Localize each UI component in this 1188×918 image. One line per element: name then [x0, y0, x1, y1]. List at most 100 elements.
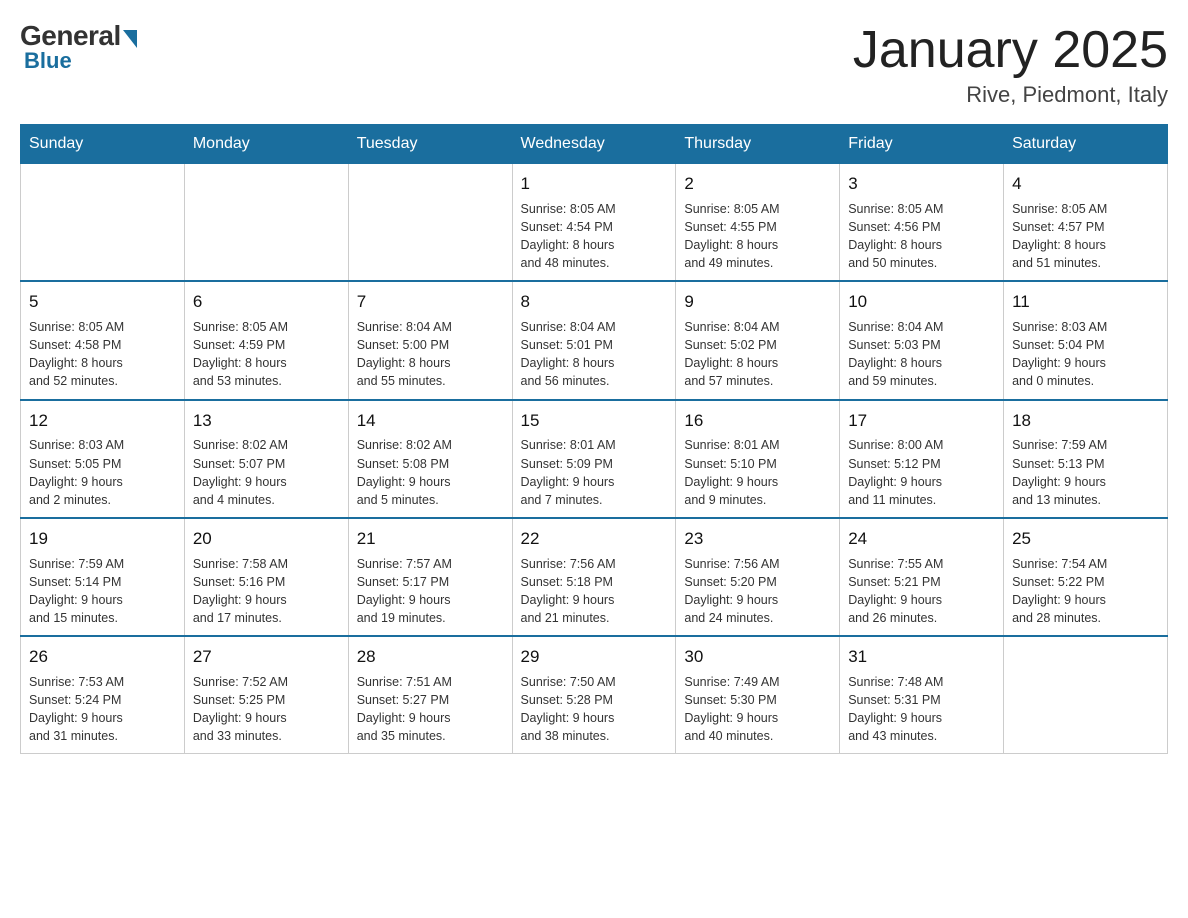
calendar-cell: 4 Sunrise: 8:05 AMSunset: 4:57 PMDaylight…	[1004, 164, 1168, 282]
calendar-table: SundayMondayTuesdayWednesdayThursdayFrid…	[20, 124, 1168, 754]
calendar-cell: 12 Sunrise: 8:03 AMSunset: 5:05 PMDayligh…	[21, 400, 185, 518]
col-header-monday: Monday	[184, 125, 348, 164]
calendar-cell: 13Sunrise: 8:02 AMSunset: 5:07 PMDayligh…	[184, 400, 348, 518]
day-info: Sunrise: 7:49 AMSunset: 5:30 PMDaylight:…	[684, 673, 831, 746]
page-header: General Blue January 2025 Rive, Piedmont…	[20, 20, 1168, 108]
day-number: 25	[1012, 527, 1159, 551]
calendar-cell: 17 Sunrise: 8:00 AMSunset: 5:12 PMDayligh…	[840, 400, 1004, 518]
calendar-week-row: 5 Sunrise: 8:05 AMSunset: 4:58 PMDaylight…	[21, 281, 1168, 399]
day-number: 28	[357, 645, 504, 669]
day-number: 8	[521, 290, 668, 314]
calendar-cell	[1004, 636, 1168, 754]
calendar-cell: 11 Sunrise: 8:03 AMSunset: 5:04 PMDayligh…	[1004, 281, 1168, 399]
calendar-cell: 29Sunrise: 7:50 AMSunset: 5:28 PMDayligh…	[512, 636, 676, 754]
day-number: 18	[1012, 409, 1159, 433]
day-number: 24	[848, 527, 995, 551]
day-number: 19	[29, 527, 176, 551]
day-info: Sunrise: 8:04 AMSunset: 5:02 PMDaylight:…	[684, 318, 831, 391]
calendar-cell	[21, 164, 185, 282]
day-number: 22	[521, 527, 668, 551]
day-number: 4	[1012, 172, 1159, 196]
day-number: 12	[29, 409, 176, 433]
calendar-cell: 24 Sunrise: 7:55 AMSunset: 5:21 PMDayligh…	[840, 518, 1004, 636]
day-info: Sunrise: 8:03 AMSunset: 5:05 PMDaylight:…	[29, 436, 176, 509]
day-number: 29	[521, 645, 668, 669]
col-header-wednesday: Wednesday	[512, 125, 676, 164]
day-info: Sunrise: 8:03 AMSunset: 5:04 PMDaylight:…	[1012, 318, 1159, 391]
day-info: Sunrise: 8:00 AMSunset: 5:12 PMDaylight:…	[848, 436, 995, 509]
day-info: Sunrise: 8:05 AMSunset: 4:58 PMDaylight:…	[29, 318, 176, 391]
day-info: Sunrise: 8:02 AMSunset: 5:08 PMDaylight:…	[357, 436, 504, 509]
day-info: Sunrise: 7:53 AMSunset: 5:24 PMDaylight:…	[29, 673, 176, 746]
day-number: 7	[357, 290, 504, 314]
day-info: Sunrise: 8:02 AMSunset: 5:07 PMDaylight:…	[193, 436, 340, 509]
col-header-thursday: Thursday	[676, 125, 840, 164]
calendar-cell: 5 Sunrise: 8:05 AMSunset: 4:58 PMDaylight…	[21, 281, 185, 399]
col-header-friday: Friday	[840, 125, 1004, 164]
calendar-cell: 14 Sunrise: 8:02 AMSunset: 5:08 PMDayligh…	[348, 400, 512, 518]
day-number: 11	[1012, 290, 1159, 314]
calendar-week-row: 26Sunrise: 7:53 AMSunset: 5:24 PMDayligh…	[21, 636, 1168, 754]
calendar-cell: 7 Sunrise: 8:04 AMSunset: 5:00 PMDaylight…	[348, 281, 512, 399]
calendar-cell: 31Sunrise: 7:48 AMSunset: 5:31 PMDayligh…	[840, 636, 1004, 754]
calendar-cell	[348, 164, 512, 282]
day-number: 5	[29, 290, 176, 314]
col-header-saturday: Saturday	[1004, 125, 1168, 164]
calendar-cell	[184, 164, 348, 282]
logo-arrow-icon	[123, 30, 137, 48]
day-number: 27	[193, 645, 340, 669]
day-number: 17	[848, 409, 995, 433]
day-number: 30	[684, 645, 831, 669]
calendar-cell: 28 Sunrise: 7:51 AMSunset: 5:27 PMDayligh…	[348, 636, 512, 754]
calendar-cell: 19Sunrise: 7:59 AMSunset: 5:14 PMDayligh…	[21, 518, 185, 636]
calendar-week-row: 1 Sunrise: 8:05 AMSunset: 4:54 PMDaylight…	[21, 164, 1168, 282]
day-number: 9	[684, 290, 831, 314]
day-info: Sunrise: 7:52 AMSunset: 5:25 PMDaylight:…	[193, 673, 340, 746]
day-info: Sunrise: 8:04 AMSunset: 5:00 PMDaylight:…	[357, 318, 504, 391]
day-number: 21	[357, 527, 504, 551]
day-number: 15	[521, 409, 668, 433]
day-info: Sunrise: 7:59 AMSunset: 5:13 PMDaylight:…	[1012, 436, 1159, 509]
logo-blue-text: Blue	[24, 48, 72, 74]
calendar-cell: 25 Sunrise: 7:54 AMSunset: 5:22 PMDayligh…	[1004, 518, 1168, 636]
day-info: Sunrise: 8:05 AMSunset: 4:54 PMDaylight:…	[521, 200, 668, 273]
calendar-cell: 15 Sunrise: 8:01 AMSunset: 5:09 PMDayligh…	[512, 400, 676, 518]
day-number: 3	[848, 172, 995, 196]
day-info: Sunrise: 8:05 AMSunset: 4:57 PMDaylight:…	[1012, 200, 1159, 273]
calendar-cell: 21 Sunrise: 7:57 AMSunset: 5:17 PMDayligh…	[348, 518, 512, 636]
day-info: Sunrise: 7:54 AMSunset: 5:22 PMDaylight:…	[1012, 555, 1159, 628]
day-number: 16	[684, 409, 831, 433]
day-info: Sunrise: 7:57 AMSunset: 5:17 PMDaylight:…	[357, 555, 504, 628]
day-info: Sunrise: 8:05 AMSunset: 4:56 PMDaylight:…	[848, 200, 995, 273]
calendar-cell: 22 Sunrise: 7:56 AMSunset: 5:18 PMDayligh…	[512, 518, 676, 636]
calendar-cell: 2 Sunrise: 8:05 AMSunset: 4:55 PMDaylight…	[676, 164, 840, 282]
calendar-cell: 6 Sunrise: 8:05 AMSunset: 4:59 PMDaylight…	[184, 281, 348, 399]
calendar-header-row: SundayMondayTuesdayWednesdayThursdayFrid…	[21, 125, 1168, 164]
day-info: Sunrise: 7:56 AMSunset: 5:20 PMDaylight:…	[684, 555, 831, 628]
day-number: 14	[357, 409, 504, 433]
calendar-cell: 9 Sunrise: 8:04 AMSunset: 5:02 PMDaylight…	[676, 281, 840, 399]
calendar-cell: 10Sunrise: 8:04 AMSunset: 5:03 PMDayligh…	[840, 281, 1004, 399]
day-info: Sunrise: 7:55 AMSunset: 5:21 PMDaylight:…	[848, 555, 995, 628]
day-info: Sunrise: 7:56 AMSunset: 5:18 PMDaylight:…	[521, 555, 668, 628]
day-number: 23	[684, 527, 831, 551]
calendar-cell: 27 Sunrise: 7:52 AMSunset: 5:25 PMDayligh…	[184, 636, 348, 754]
day-info: Sunrise: 8:05 AMSunset: 4:55 PMDaylight:…	[684, 200, 831, 273]
calendar-cell: 18 Sunrise: 7:59 AMSunset: 5:13 PMDayligh…	[1004, 400, 1168, 518]
month-title: January 2025	[853, 20, 1168, 80]
day-number: 10	[848, 290, 995, 314]
calendar-cell: 20 Sunrise: 7:58 AMSunset: 5:16 PMDayligh…	[184, 518, 348, 636]
calendar-week-row: 19Sunrise: 7:59 AMSunset: 5:14 PMDayligh…	[21, 518, 1168, 636]
calendar-cell: 1 Sunrise: 8:05 AMSunset: 4:54 PMDaylight…	[512, 164, 676, 282]
day-info: Sunrise: 8:05 AMSunset: 4:59 PMDaylight:…	[193, 318, 340, 391]
calendar-cell: 26Sunrise: 7:53 AMSunset: 5:24 PMDayligh…	[21, 636, 185, 754]
day-number: 20	[193, 527, 340, 551]
day-number: 6	[193, 290, 340, 314]
day-number: 2	[684, 172, 831, 196]
day-info: Sunrise: 7:58 AMSunset: 5:16 PMDaylight:…	[193, 555, 340, 628]
day-info: Sunrise: 8:01 AMSunset: 5:09 PMDaylight:…	[521, 436, 668, 509]
day-info: Sunrise: 7:51 AMSunset: 5:27 PMDaylight:…	[357, 673, 504, 746]
col-header-sunday: Sunday	[21, 125, 185, 164]
day-number: 1	[521, 172, 668, 196]
col-header-tuesday: Tuesday	[348, 125, 512, 164]
